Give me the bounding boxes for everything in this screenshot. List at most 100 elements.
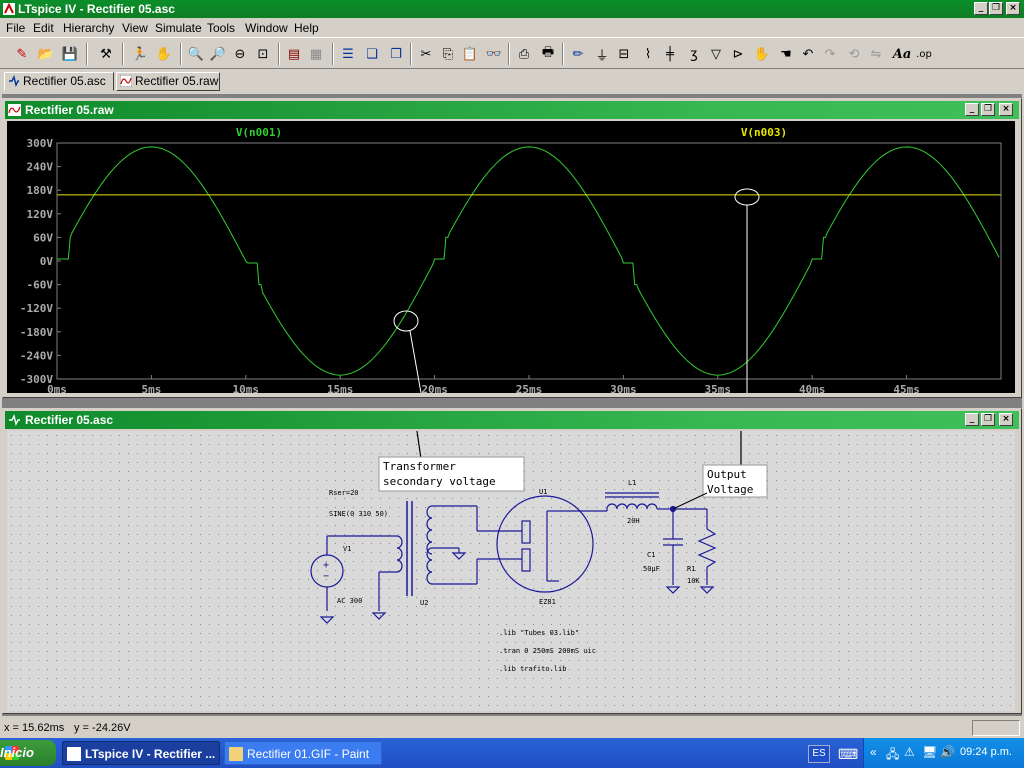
menu-simulate[interactable]: Simulate <box>155 21 202 35</box>
keyboard-icon[interactable]: ⌨ <box>838 746 858 763</box>
new-schematic-icon[interactable]: ✎ <box>12 44 32 64</box>
waveform-window[interactable]: Rectifier 05.raw _ ❐ × V(n001) V(n003) 3… <box>2 98 1022 398</box>
menu-window[interactable]: Window <box>245 21 288 35</box>
traces <box>57 146 1001 376</box>
resistor-icon[interactable]: ⌇ <box>638 44 658 64</box>
paint-icon <box>229 747 243 761</box>
component-icon[interactable]: ⊳ <box>728 44 748 64</box>
tile-horizontal-icon[interactable]: ☰ <box>338 44 358 64</box>
svg-text:+: + <box>323 560 329 571</box>
autorange-icon[interactable]: ▤ <box>284 44 304 64</box>
wire-icon[interactable]: ✏ <box>568 44 588 64</box>
volume-icon[interactable]: 🔊 <box>940 745 955 759</box>
restore-button[interactable]: ❐ <box>981 413 995 426</box>
zoom-in-icon[interactable]: 🔍 <box>186 44 206 64</box>
menu-tools[interactable]: Tools <box>207 21 235 35</box>
open-icon[interactable]: 📂 <box>36 44 56 64</box>
minimize-button[interactable]: _ <box>965 103 979 116</box>
capacitor-icon[interactable]: ╪ <box>660 44 680 64</box>
waveform-icon <box>8 104 21 116</box>
trace-vn001[interactable] <box>57 146 1000 376</box>
undo-icon[interactable]: ↶ <box>798 44 818 64</box>
y-tick-label: 300V <box>27 137 54 150</box>
mirror-icon[interactable]: ⇋ <box>866 44 886 64</box>
x-tick-label: 0ms <box>47 383 67 393</box>
save-icon[interactable]: 💾 <box>60 44 80 64</box>
restore-button[interactable]: ❐ <box>981 103 995 116</box>
show-hidden-icons[interactable]: « <box>870 745 877 759</box>
inductor-l1[interactable] <box>605 492 673 511</box>
cascade-icon[interactable]: ❏ <box>362 44 382 64</box>
monitor-icon[interactable]: 🖥 <box>922 745 937 759</box>
grid-icon[interactable]: ▦ <box>306 44 326 64</box>
copy-icon[interactable]: ⎘ <box>438 44 458 64</box>
rectifier-tube-u1[interactable] <box>496 495 607 593</box>
label-net-icon[interactable]: ⊟ <box>614 44 634 64</box>
inductor-icon[interactable]: ʒ <box>684 44 704 64</box>
callout-output-pointer <box>672 492 708 510</box>
spice-directive-icon[interactable]: .op <box>914 44 934 64</box>
menu-hierarchy[interactable]: Hierarchy <box>63 21 114 35</box>
minimize-button[interactable]: _ <box>974 2 988 15</box>
ltspice-logo-icon <box>67 747 81 761</box>
zoom-fit-icon[interactable]: ⊡ <box>253 44 273 64</box>
restore-button[interactable]: ❐ <box>989 2 1003 15</box>
close-button[interactable]: × <box>999 103 1013 116</box>
trace-label-vn001[interactable]: V(n001) <box>236 126 282 139</box>
halt-icon[interactable]: ✋ <box>154 44 174 64</box>
schematic-window-title-bar[interactable]: Rectifier 05.asc _ ❐ × <box>5 411 1019 429</box>
capacitor-c1[interactable] <box>663 509 683 594</box>
voltage-source-v1[interactable]: + − <box>310 535 397 624</box>
schematic-window[interactable]: Rectifier 05.asc _ ❐ × + − Rser=20 SINE(… <box>2 408 1022 714</box>
resistor-r1[interactable] <box>697 509 717 594</box>
waveform-plot[interactable]: V(n001) V(n003) 300V 240V 180V 120V 60V 0V -60… <box>7 121 1015 396</box>
close-button[interactable]: × <box>1006 2 1020 15</box>
close-button[interactable]: × <box>999 413 1013 426</box>
print-setup-icon[interactable]: ⎙ <box>514 44 534 64</box>
tab-schematic[interactable]: Rectifier 05.asc <box>4 72 114 91</box>
task-ltspice[interactable]: LTspice IV - Rectifier ... <box>62 741 220 765</box>
diode-icon[interactable]: ▽ <box>706 44 726 64</box>
minimize-button[interactable]: _ <box>965 413 979 426</box>
zoom-out-icon[interactable]: ⊖ <box>230 44 250 64</box>
schematic-canvas[interactable]: + − Rser=20 SINE(0 310 50) V1 AC 300 U2 … <box>7 430 1015 711</box>
y-tick-label: -180V <box>20 326 53 339</box>
drag-icon[interactable]: ☚ <box>776 44 796 64</box>
control-panel-icon[interactable]: ⚒ <box>96 44 116 64</box>
text-icon[interactable]: Aa <box>892 44 912 64</box>
ground-icon[interactable]: ⏚ <box>592 44 612 64</box>
tile-vertical-icon[interactable]: ❐ <box>386 44 406 64</box>
callout-transformer-line2: secondary voltage <box>383 475 496 488</box>
redo-icon[interactable]: ↷ <box>820 44 840 64</box>
network-icon[interactable]: 🖧 <box>886 745 899 766</box>
run-icon[interactable]: 🏃 <box>130 44 150 64</box>
waveform-chart[interactable]: V(n001) V(n003) 300V 240V 180V 120V 60V 0V -60… <box>7 121 1015 396</box>
print-icon[interactable]: 🖶 <box>538 44 558 64</box>
spice-directive-1[interactable]: .lib "Tubes 03.lib" <box>499 629 579 637</box>
cut-icon[interactable]: ✂ <box>416 44 436 64</box>
trace-label-vn003[interactable]: V(n003) <box>741 126 787 139</box>
x-tick-label: 45ms <box>893 383 920 393</box>
schematic-drawing[interactable]: + − Rser=20 SINE(0 310 50) V1 AC 300 U2 … <box>7 430 1015 711</box>
security-icon[interactable]: ⚠ <box>904 745 915 759</box>
paste-icon[interactable]: 📋 <box>460 44 480 64</box>
start-button[interactable]: Inicio <box>0 740 56 766</box>
spice-directive-2[interactable]: .tran 0 250mS 200mS uic <box>499 647 596 655</box>
spice-directive-3[interactable]: .lib trafito.lib <box>499 665 566 673</box>
rotate-icon[interactable]: ⟲ <box>844 44 864 64</box>
menu-file[interactable]: File <box>6 21 25 35</box>
menu-view[interactable]: View <box>122 21 148 35</box>
menu-edit[interactable]: Edit <box>33 21 54 35</box>
task-paint[interactable]: Rectifier 01.GIF - Paint <box>224 741 382 765</box>
menu-help[interactable]: Help <box>294 21 319 35</box>
waveform-window-title-bar[interactable]: Rectifier 05.raw _ ❐ × <box>5 101 1019 119</box>
language-indicator[interactable]: ES <box>808 745 830 763</box>
tab-waveform[interactable]: Rectifier 05.raw <box>116 72 220 91</box>
ltspice-logo-icon <box>3 3 15 15</box>
y-tick-label: -60V <box>27 279 54 292</box>
x-tick-label: 20ms <box>421 383 448 393</box>
move-icon[interactable]: ✋ <box>752 44 772 64</box>
pan-icon[interactable]: 🔎 <box>208 44 228 64</box>
clock[interactable]: 09:24 p.m. <box>960 746 1012 758</box>
find-icon[interactable]: 👓 <box>484 44 504 64</box>
